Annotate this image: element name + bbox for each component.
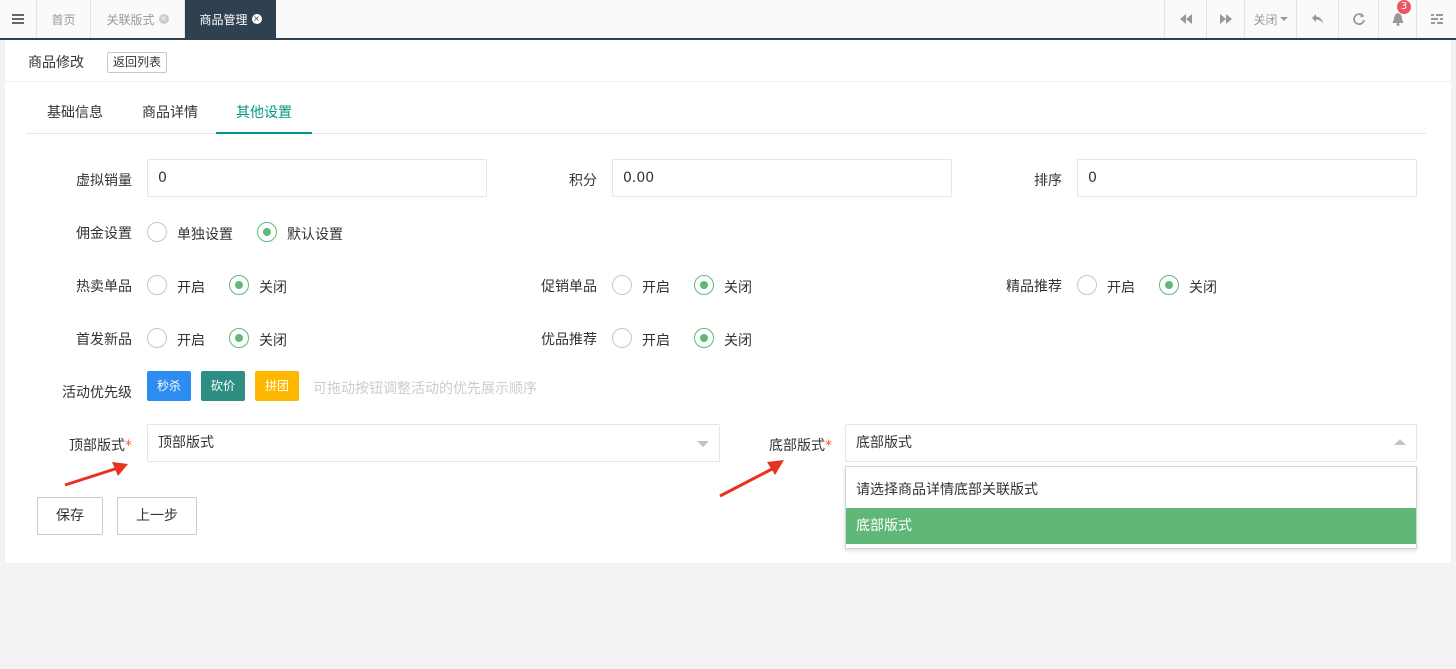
top-layout-label-text: 顶部版式 xyxy=(69,438,125,454)
back-to-list-button[interactable]: 返回列表 xyxy=(107,52,168,73)
top-tab-bar: 首页 关联版式 × 商品管理 × 关闭 3 xyxy=(0,0,1456,40)
dropdown-option-bottom-layout[interactable]: 底部版式 xyxy=(846,508,1416,544)
scroll-left-icon[interactable] xyxy=(1164,0,1206,38)
first-launch-label: 首发新品 xyxy=(76,332,132,348)
quality-open-radio[interactable] xyxy=(612,328,632,348)
featured-open-radio[interactable] xyxy=(1077,275,1097,295)
sort-input[interactable]: 0 xyxy=(1077,159,1417,197)
commission-label: 佣金设置 xyxy=(76,226,132,242)
quality-open-label: 开启 xyxy=(642,333,670,349)
featured-label: 精品推荐 xyxy=(1006,279,1062,295)
commission-default-radio[interactable] xyxy=(257,222,277,242)
points-input[interactable]: 0.00 xyxy=(612,159,952,197)
tab-related-layout-label: 关联版式 xyxy=(106,12,155,27)
seckill-button[interactable]: 秒杀 xyxy=(147,371,191,401)
first-launch-close-radio[interactable] xyxy=(229,328,249,348)
promo-item-open-label: 开启 xyxy=(642,280,670,296)
top-layout-select[interactable]: 顶部版式 xyxy=(147,424,720,462)
chevron-down-icon xyxy=(697,441,709,447)
notification-badge: 3 xyxy=(1397,0,1411,14)
virtual-sales-input[interactable]: 0 xyxy=(147,159,487,197)
featured-open-label: 开启 xyxy=(1107,280,1135,296)
promo-item-close-radio[interactable] xyxy=(694,275,714,295)
quality-close-label: 关闭 xyxy=(724,333,752,349)
first-launch-close-label: 关闭 xyxy=(259,333,287,349)
bargain-button[interactable]: 砍价 xyxy=(201,371,245,401)
hot-item-close-radio[interactable] xyxy=(229,275,249,295)
tab-product-management-label: 商品管理 xyxy=(199,12,248,27)
bottom-layout-value: 底部版式 xyxy=(856,435,912,451)
annotation-arrow-icon xyxy=(719,460,784,498)
scroll-right-icon[interactable] xyxy=(1206,0,1244,38)
hot-item-open-radio[interactable] xyxy=(147,275,167,295)
close-tab-icon[interactable]: × xyxy=(158,14,169,24)
notification-bell-icon[interactable]: 3 xyxy=(1378,0,1416,38)
panel-header: 商品修改 返回列表 xyxy=(5,40,1451,82)
quality-label: 优品推荐 xyxy=(541,332,597,348)
bottom-layout-dropdown: 请选择商品详情底部关联版式 底部版式 xyxy=(845,466,1417,549)
commission-default-label: 默认设置 xyxy=(287,227,343,243)
bottom-layout-select[interactable]: 底部版式 xyxy=(845,424,1417,462)
bottom-layout-label-text: 底部版式 xyxy=(769,438,825,454)
first-launch-open-radio[interactable] xyxy=(147,328,167,348)
tab-product-management[interactable]: 商品管理 × xyxy=(185,0,276,38)
points-label: 积分 xyxy=(569,173,597,189)
menu-toggle-icon[interactable] xyxy=(0,0,37,38)
hot-item-open-label: 开启 xyxy=(177,280,205,296)
tab-home[interactable]: 首页 xyxy=(37,0,91,38)
chevron-down-icon xyxy=(1279,17,1288,21)
hot-item-label: 热卖单品 xyxy=(76,279,132,295)
sort-label: 排序 xyxy=(1034,173,1062,189)
tab-home-label: 首页 xyxy=(51,12,76,27)
tab-product-details[interactable]: 商品详情 xyxy=(124,92,216,134)
quality-close-radio[interactable] xyxy=(694,328,714,348)
annotation-arrow-icon xyxy=(64,462,128,487)
tab-basic-info[interactable]: 基础信息 xyxy=(26,92,124,134)
form-tabs: 基础信息 商品详情 其他设置 xyxy=(26,92,1426,134)
activity-priority-label: 活动优先级 xyxy=(62,385,132,401)
active-tab-indicator xyxy=(216,132,312,134)
commission-single-label: 单独设置 xyxy=(177,227,233,243)
first-launch-open-label: 开启 xyxy=(177,333,205,349)
chevron-up-icon xyxy=(1394,439,1406,445)
dropdown-option-placeholder[interactable]: 请选择商品详情底部关联版式 xyxy=(846,472,1416,508)
featured-close-radio[interactable] xyxy=(1159,275,1179,295)
group-buy-button[interactable]: 拼团 xyxy=(255,371,299,401)
promo-item-open-radio[interactable] xyxy=(612,275,632,295)
back-icon[interactable] xyxy=(1296,0,1338,38)
promo-item-close-label: 关闭 xyxy=(724,280,752,296)
page-title: 商品修改 xyxy=(28,55,84,71)
save-button[interactable]: 保存 xyxy=(37,497,103,535)
top-layout-label: 顶部版式* xyxy=(40,435,132,455)
prev-step-button[interactable]: 上一步 xyxy=(117,497,197,535)
featured-close-label: 关闭 xyxy=(1189,280,1217,296)
top-layout-value: 顶部版式 xyxy=(158,435,214,451)
refresh-icon[interactable] xyxy=(1338,0,1378,38)
required-mark: * xyxy=(825,438,832,454)
activity-hint: 可拖动按钮调整活动的优先展示顺序 xyxy=(313,381,537,397)
virtual-sales-label: 虚拟销量 xyxy=(76,173,132,189)
close-tabs-label: 关闭 xyxy=(1253,12,1278,27)
tab-other-settings[interactable]: 其他设置 xyxy=(216,92,312,134)
bottom-layout-label: 底部版式* xyxy=(740,435,832,455)
commission-single-radio[interactable] xyxy=(147,222,167,242)
required-mark: * xyxy=(125,438,132,454)
close-tabs-dropdown[interactable]: 关闭 xyxy=(1244,0,1296,38)
promo-item-label: 促销单品 xyxy=(541,279,597,295)
settings-menu-icon[interactable] xyxy=(1416,0,1456,38)
tab-related-layout[interactable]: 关联版式 × xyxy=(91,0,185,38)
close-tab-icon[interactable]: × xyxy=(251,14,262,24)
hot-item-close-label: 关闭 xyxy=(259,280,287,296)
